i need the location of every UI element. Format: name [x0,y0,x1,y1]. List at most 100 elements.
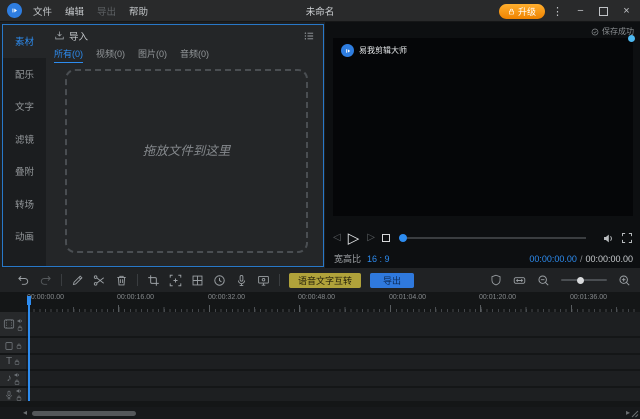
mute-track-icon[interactable] [14,372,20,378]
sidebar-item-music[interactable]: 配乐 [3,58,46,91]
timeline-ruler[interactable]: 00:00:00.00 00:00:16.00 00:00:32.00 00:0… [0,292,640,312]
ruler-major-tick [480,305,481,312]
lock-track-icon[interactable] [14,379,20,385]
tab-audio[interactable]: 音频(0) [180,47,209,63]
record-screen-icon[interactable] [257,274,270,287]
timeline-scrollbar[interactable]: ◂ ▸ [0,407,640,419]
ruler-label: 00:00:16.00 [117,294,154,301]
snap-shield-icon[interactable] [490,274,502,286]
volume-icon[interactable] [602,232,615,245]
minimize-button[interactable]: − [570,3,591,19]
ruler-label: 00:01:20.00 [479,294,516,301]
overlay-square-icon [4,341,14,351]
video-track-lane[interactable] [26,312,640,336]
music-track-lane[interactable] [26,371,640,386]
upgrade-button[interactable]: 升级 [499,4,545,19]
overlay-track-header [0,338,26,353]
edit-pencil-icon[interactable] [71,274,84,287]
crop-icon[interactable] [147,274,160,287]
play-button[interactable]: ▷ [348,231,360,246]
undo-icon[interactable] [17,274,30,287]
upgrade-label: 升级 [518,5,536,18]
playhead[interactable] [26,296,31,401]
scroll-right-arrow[interactable]: ▸ [626,409,630,417]
mute-track-icon[interactable] [17,318,23,324]
delete-trash-icon[interactable] [115,274,128,287]
sidebar-item-animations[interactable]: 动画 [3,220,46,253]
duration-clock-icon[interactable] [213,274,226,287]
zoom-out-icon[interactable] [537,274,550,287]
resize-grip-icon[interactable] [631,410,639,418]
dropzone-text: 拖放文件到这里 [143,140,231,159]
lock-track-icon[interactable] [16,343,22,349]
menu-export[interactable]: 导出 [97,4,116,18]
toolbar-separator [61,274,62,286]
video-track-header [0,312,26,336]
list-view-icon[interactable] [303,30,315,42]
menu-file[interactable]: 文件 [33,4,52,18]
media-library-panel: 素材 配乐 文字 滤镜 叠附 转场 动画 导入 所有(0) 视频(0) 图片(0… [2,24,324,267]
close-button[interactable]: × [616,3,637,19]
ruler-label: 00:01:04.00 [389,294,426,301]
ruler-major-tick [118,305,119,312]
ruler-major-tick [299,305,300,312]
skip-back-button[interactable]: ◁ [333,233,341,243]
overlay-track-lane[interactable] [26,338,640,353]
export-button[interactable]: 导出 [370,273,414,288]
more-options-button[interactable]: ⋮ [547,3,568,19]
lock-track-icon[interactable] [14,359,20,365]
sidebar-item-transitions[interactable]: 转场 [3,188,46,221]
watermark: 易我剪辑大师 [341,44,407,57]
file-dropzone[interactable]: 拖放文件到这里 [65,69,308,253]
voiceover-mic-track-icon [4,390,14,400]
timeline-zoom-slider[interactable] [561,279,607,281]
zoom-frame-icon[interactable] [169,274,182,287]
skip-forward-button[interactable]: ▷ [367,233,375,243]
timeline-zoom-controls [479,274,640,287]
sidebar-item-filters[interactable]: 滤镜 [3,123,46,156]
lock-track-icon[interactable] [17,325,23,331]
tab-videos[interactable]: 视频(0) [96,47,125,63]
text-track-lane[interactable] [26,355,640,369]
scrollbar-thumb[interactable] [32,411,136,416]
preview-info-row: 宽高比 16 : 9 00:00:00.00/00:00:00.00 [334,252,633,265]
voiceover-track-header [0,388,26,401]
split-scissors-icon[interactable] [93,274,106,287]
tab-all[interactable]: 所有(0) [54,47,83,63]
sidebar-item-media[interactable]: 素材 [3,25,46,58]
tab-images[interactable]: 图片(0) [138,47,167,63]
fullscreen-icon[interactable] [621,232,633,244]
voiceover-mic-icon[interactable] [235,274,248,287]
import-label: 导入 [69,29,88,43]
toolbar-separator [279,274,280,286]
mute-track-icon[interactable] [16,388,22,394]
maximize-icon [599,7,608,16]
music-track-row: ♪ [0,371,640,386]
menu-edit[interactable]: 编辑 [65,4,84,18]
save-check-icon [591,28,599,36]
ruler-major-tick [571,305,572,312]
playback-controls: ◁ ▷ ▷ [333,230,633,246]
fit-timeline-icon[interactable] [513,274,526,287]
mosaic-icon[interactable] [191,274,204,287]
sidebar-item-text[interactable]: 文字 [3,90,46,123]
edit-toolbar: 语音文字互转 导出 [0,268,640,292]
voiceover-track-lane[interactable] [26,388,640,401]
ruler-label: 00:01:36.00 [570,294,607,301]
import-button[interactable]: 导入 [54,29,88,43]
seek-slider[interactable] [399,237,586,239]
timeline-zoom-handle[interactable] [577,277,584,284]
stop-button[interactable] [382,234,390,242]
lock-track-icon[interactable] [16,395,22,401]
redo-icon[interactable] [39,274,52,287]
seek-handle[interactable] [399,234,407,242]
speech-text-convert-button[interactable]: 语音文字互转 [289,273,361,288]
scroll-left-arrow[interactable]: ◂ [23,409,27,417]
sidebar-item-overlays[interactable]: 叠附 [3,155,46,188]
app-logo-icon [7,3,22,18]
timecode-total: 00:00:00.00 [585,254,633,264]
titlebar: 文件 编辑 导出 帮助 未命名 升级 ⋮ − × [0,0,640,22]
maximize-button[interactable] [593,3,614,19]
zoom-in-icon[interactable] [618,274,631,287]
menu-help[interactable]: 帮助 [129,4,148,18]
